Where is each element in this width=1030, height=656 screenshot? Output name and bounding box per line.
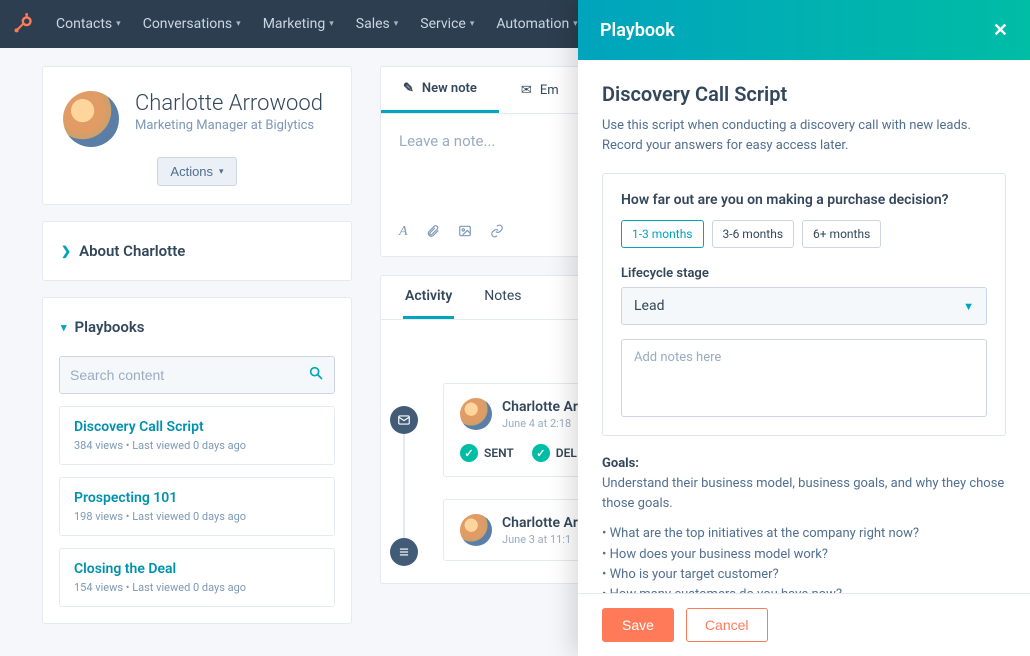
playbook-item[interactable]: Prospecting 101 198 views • Last viewed … (59, 477, 335, 536)
chevron-right-icon: ❯ (61, 244, 71, 258)
contact-avatar (63, 91, 119, 147)
close-icon[interactable]: ✕ (993, 20, 1008, 41)
playbooks-heading: Playbooks (75, 318, 145, 336)
nav-conversations[interactable]: Conversations ▾ (133, 0, 251, 48)
chevron-down-icon: ▾ (116, 19, 121, 29)
chevron-down-icon: ▾ (219, 166, 224, 177)
note-icon (390, 538, 418, 566)
cancel-button[interactable]: Cancel (686, 608, 768, 642)
drawer-footer: Save Cancel (578, 593, 1030, 656)
chevron-down-icon: ▾ (394, 19, 399, 29)
nav-label: Automation (496, 16, 569, 32)
nav-label: Contacts (56, 16, 112, 32)
lifecycle-select[interactable]: Lead ▼ (621, 287, 987, 325)
badge-label: DEL (556, 446, 577, 460)
chevron-down-icon: ▾ (61, 321, 67, 334)
lifecycle-label: Lifecycle stage (621, 266, 987, 281)
tab-label: New note (422, 81, 477, 96)
goals-body: Understand their business model, busines… (602, 476, 1004, 511)
playbook-title: Discovery Call Script (74, 419, 320, 435)
attachment-icon[interactable] (426, 224, 440, 242)
drawer-title: Playbook (600, 20, 675, 41)
tab-notes[interactable]: Notes (482, 276, 523, 319)
status-badge: ✓ SENT (460, 444, 514, 462)
goal-bullet: What are the top initiatives at the comp… (602, 524, 1006, 544)
nav-label: Sales (356, 16, 390, 32)
playbook-item[interactable]: Discovery Call Script 384 views • Last v… (59, 406, 335, 465)
goals-section: Goals: Understand their business model, … (602, 454, 1006, 593)
check-icon: ✓ (532, 444, 550, 462)
playbook-item[interactable]: Closing the Deal 154 views • Last viewed… (59, 548, 335, 607)
actions-button[interactable]: Actions ▾ (157, 157, 236, 186)
goal-bullet: How many customers do you have now? (602, 585, 1006, 593)
nav-marketing[interactable]: Marketing▾ (253, 0, 344, 48)
nav-sales[interactable]: Sales ▾ (346, 0, 409, 48)
about-card[interactable]: ❯ About Charlotte (42, 221, 352, 281)
question-card: How far out are you on making a purchase… (602, 173, 1006, 436)
playbook-title: Closing the Deal (74, 561, 320, 577)
answer-pill[interactable]: 3-6 months (712, 220, 795, 248)
answer-pill[interactable]: 1-3 months (621, 220, 704, 248)
status-badge: ✓ DEL (532, 444, 577, 462)
badge-label: SENT (484, 446, 514, 460)
search-input[interactable] (70, 367, 308, 383)
envelope-icon (390, 406, 418, 434)
playbook-drawer: Playbook ✕ Discovery Call Script Use thi… (578, 0, 1030, 656)
select-value: Lead (634, 298, 664, 314)
profile-card: Charlotte Arrowood Marketing Manager at … (42, 66, 352, 205)
contact-subtitle: Marketing Manager at Biglytics (135, 118, 323, 133)
playbook-meta: 198 views • Last viewed 0 days ago (74, 510, 320, 523)
tab-email[interactable]: ✉ Em (499, 67, 581, 113)
check-icon: ✓ (460, 444, 478, 462)
playbook-title: Prospecting 101 (74, 490, 320, 506)
chevron-down-icon: ▾ (236, 19, 241, 29)
avatar (460, 514, 492, 546)
goal-bullet: How does your business model work? (602, 545, 1006, 565)
playbook-title: Discovery Call Script (602, 82, 1006, 106)
pencil-icon: ✎ (403, 81, 414, 96)
chevron-down-icon: ▼ (963, 300, 974, 313)
actions-label: Actions (170, 164, 213, 179)
tab-activity[interactable]: Activity (403, 276, 454, 319)
drawer-header: Playbook ✕ (578, 0, 1030, 60)
avatar (460, 398, 492, 430)
nav-label: Marketing (263, 16, 326, 32)
chevron-down-icon: ▾ (329, 19, 334, 29)
nav-automation[interactable]: Automation▾ (486, 0, 587, 48)
playbook-meta: 384 views • Last viewed 0 days ago (74, 439, 320, 452)
chevron-down-icon: ▾ (470, 19, 475, 29)
nav-label: Conversations (143, 16, 232, 32)
notes-textarea[interactable]: Add notes here (621, 339, 987, 417)
playbook-description: Use this script when conducting a discov… (602, 116, 1006, 155)
nav-label: Service (420, 16, 466, 32)
playbooks-card: ▾ Playbooks Discovery Call Script 384 vi… (42, 297, 352, 624)
nav-service[interactable]: Service ▾ (410, 0, 484, 48)
playbook-meta: 154 views • Last viewed 0 days ago (74, 581, 320, 594)
tab-new-note[interactable]: ✎ New note (381, 67, 499, 113)
search-icon (308, 365, 324, 385)
link-icon[interactable] (490, 224, 504, 242)
hubspot-logo-icon (12, 13, 34, 35)
tab-label: Em (540, 83, 559, 98)
goals-heading: Goals: (602, 456, 639, 471)
nav-contacts[interactable]: Contacts ▾ (46, 0, 131, 48)
envelope-icon: ✉ (521, 83, 532, 98)
image-icon[interactable] (458, 224, 472, 242)
left-column: Charlotte Arrowood Marketing Manager at … (42, 66, 352, 656)
question-text: How far out are you on making a purchase… (621, 192, 987, 208)
contact-name: Charlotte Arrowood (135, 91, 323, 116)
playbooks-search[interactable] (59, 356, 335, 394)
goal-bullet: Who is your target customer? (602, 565, 1006, 585)
text-format-icon[interactable]: A (399, 224, 408, 242)
about-heading: About Charlotte (79, 242, 185, 260)
save-button[interactable]: Save (602, 608, 674, 642)
answer-pill[interactable]: 6+ months (802, 220, 881, 248)
